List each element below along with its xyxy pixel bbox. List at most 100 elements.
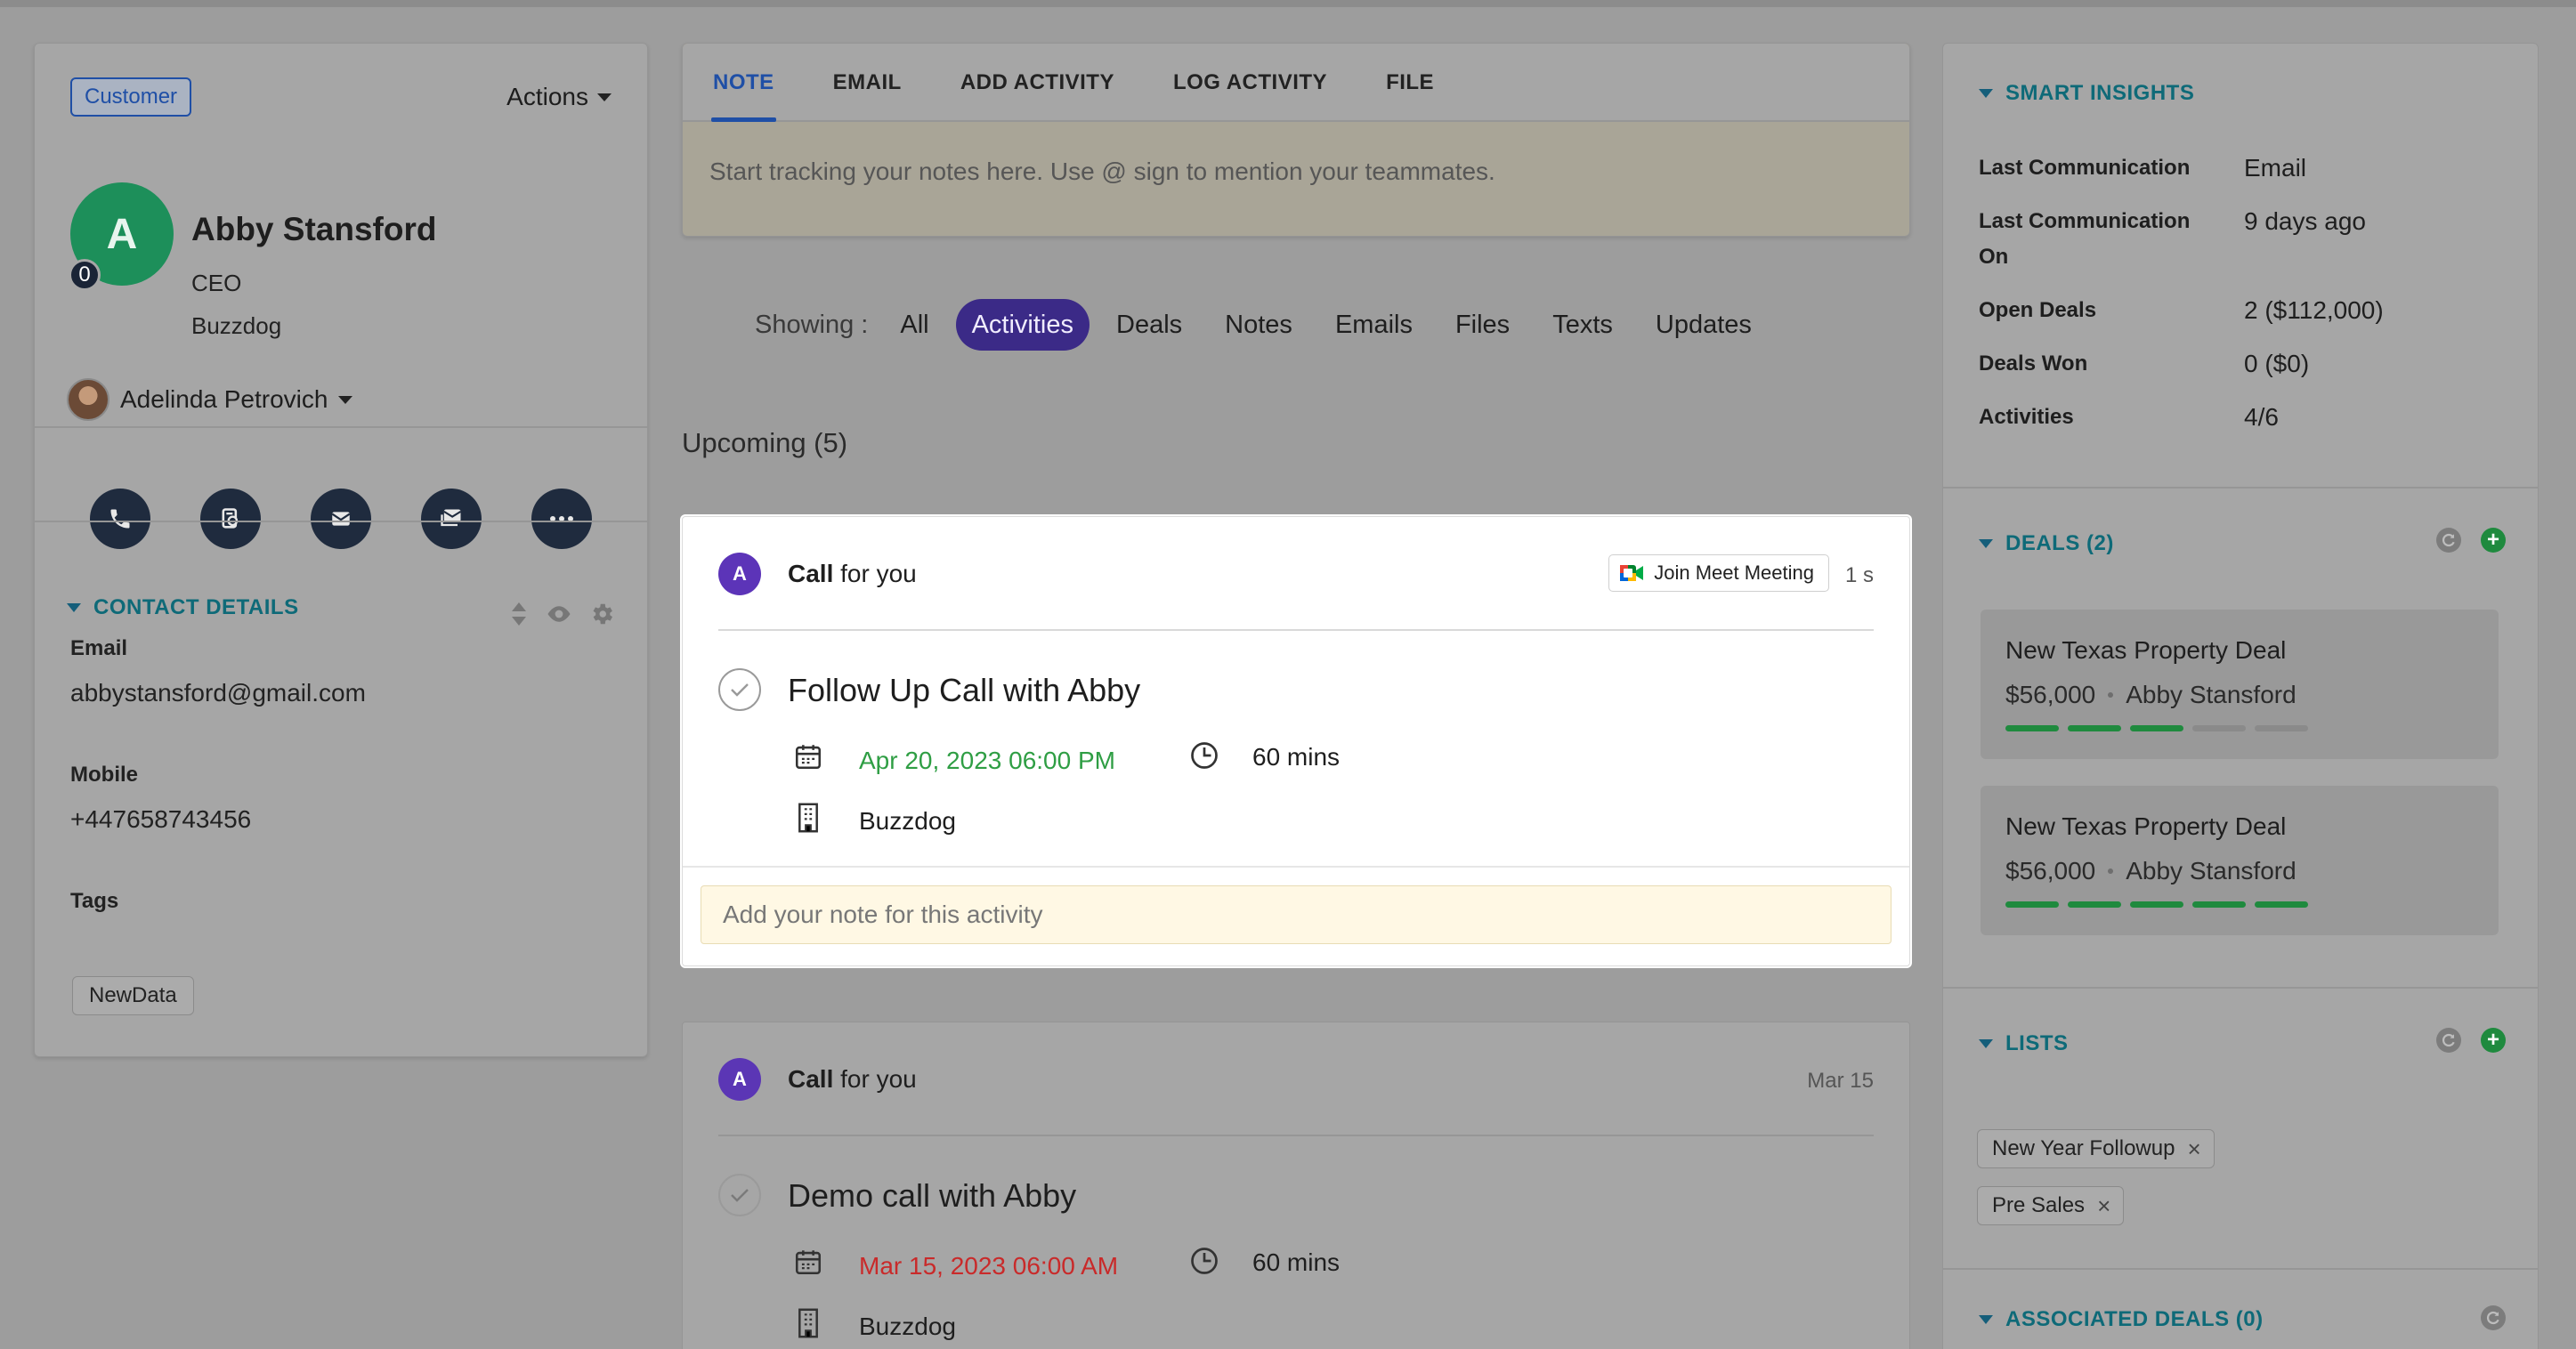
smart-insights-toggle[interactable]: SMART INSIGHTS [1979,81,2194,106]
insight-value: 2 ($112,000) [2244,296,2384,324]
tab-log-activity[interactable]: LOG ACTIVITY [1173,44,1327,120]
divider [35,521,647,522]
deal-amount: $56,000 [2005,681,2096,708]
owner-dropdown[interactable]: Adelinda Petrovich [67,378,353,421]
filter-notes[interactable]: Notes [1209,299,1308,351]
remove-icon[interactable]: × [2097,1194,2110,1217]
refresh-icon[interactable] [2436,528,2461,553]
activity-title[interactable]: Demo call with Abby [788,1177,1076,1215]
list-chip-label: Pre Sales [1992,1193,2086,1217]
refresh-icon[interactable] [2436,1028,2461,1053]
email-button[interactable] [311,489,371,549]
filter-activities[interactable]: Activities [955,299,1090,351]
insight-label: Activities [1979,405,2074,429]
divider [35,426,647,428]
email-icon [331,512,351,526]
activity-note-input[interactable]: Add your note for this activity [701,885,1891,944]
list-chip[interactable]: New Year Followup × [1977,1129,2215,1168]
tab-add-activity[interactable]: ADD ACTIVITY [960,44,1114,120]
contact-panel: Customer Actions A 0 Abby Stansford CEO … [34,43,648,1057]
contact-company[interactable]: Buzzdog [191,312,281,340]
add-deal-icon[interactable]: + [2481,528,2506,553]
activity-type-rest: for you [833,560,917,587]
list-chip[interactable]: Pre Sales × [1977,1186,2125,1225]
deal-name: New Texas Property Deal [2005,812,2287,840]
building-icon [798,803,818,833]
eye-icon[interactable] [546,601,572,627]
activity-date: Mar 15, 2023 06:00 AM [859,1252,1119,1280]
activity-type-bold: Call [788,560,834,587]
deal-card[interactable]: New Texas Property Deal $56,000 Abby Sta… [1981,610,2499,759]
deal-stage-segment [2130,725,2183,731]
filter-texts[interactable]: Texts [1536,299,1629,351]
note-input[interactable]: Start tracking your notes here. Use @ si… [709,158,1495,186]
tag-chip[interactable]: NewData [72,976,194,1015]
tab-email[interactable]: EMAIL [833,44,902,120]
associated-deals-tools [2481,1305,2506,1330]
contact-name: Abby Stansford [191,211,437,247]
building-icon [798,1308,818,1338]
email-value[interactable]: abbystansford@gmail.com [70,679,366,707]
activity-type-bold: Call [788,1065,834,1093]
deal-stage-segment [2255,901,2308,908]
deals-tools: + [2436,528,2506,553]
add-list-icon[interactable]: + [2481,1028,2506,1053]
sort-icon[interactable] [508,601,530,627]
filter-emails[interactable]: Emails [1319,299,1429,351]
insight-label: Deals Won [1979,351,2088,376]
deal-amount: $56,000 [2005,857,2096,885]
mobile-label: Mobile [70,763,138,787]
activity-duration: 60 mins [1252,743,1341,771]
insight-value: 9 days ago [2244,207,2366,235]
associated-deals-toggle[interactable]: ASSOCIATED DEALS (0) [1979,1307,2264,1332]
refresh-icon[interactable] [2481,1305,2506,1330]
gear-icon[interactable] [588,601,615,627]
activity-company[interactable]: Buzzdog [859,807,956,836]
clock-icon [1191,742,1218,769]
list-chip-label: New Year Followup [1992,1136,2175,1160]
tab-note[interactable]: NOTE [711,44,776,122]
contact-details-toggle[interactable]: CONTACT DETAILS [67,595,299,620]
avatar-count-badge: 0 [69,259,101,291]
phone-button[interactable] [90,489,150,549]
associated-deals-title: ASSOCIATED DEALS (0) [2005,1307,2264,1331]
insights-panel: SMART INSIGHTS Last Communication Email … [1942,43,2539,1349]
filter-files[interactable]: Files [1439,299,1526,351]
call-log-button[interactable] [200,489,261,549]
activity-title[interactable]: Follow Up Call with Abby [788,672,1140,709]
lists-title: LISTS [2005,1031,2069,1055]
deal-stage-segment [2068,901,2121,908]
activity-card: A Call for you Join Meet Meeting 1 s Fol… [682,516,1910,966]
caret-down-icon [597,93,612,101]
filter-updates[interactable]: Updates [1640,299,1768,351]
separator-dot [2108,868,2114,874]
contact-details-title: CONTACT DETAILS [93,595,299,619]
filter-all[interactable]: All [884,299,944,351]
bulk-email-button[interactable] [421,489,482,549]
more-options-button[interactable] [531,489,592,549]
join-meet-label: Join Meet Meeting [1654,561,1814,584]
insight-label: Open Deals [1979,298,2097,322]
quick-actions [90,489,592,549]
check-icon [731,683,749,697]
timeline-filter-bar: Showing : All Activities Deals Notes Ema… [755,299,1768,351]
join-meet-button[interactable]: Join Meet Meeting [1608,554,1829,592]
deals-title: DEALS (2) [2005,531,2114,555]
customer-badge[interactable]: Customer [70,77,192,117]
complete-activity-checkbox[interactable] [718,1174,761,1216]
insight-label: Last Communication On [1979,209,2191,269]
complete-activity-checkbox[interactable] [718,668,761,711]
deals-toggle[interactable]: DEALS (2) [1979,531,2114,556]
deal-name: New Texas Property Deal [2005,636,2287,664]
email-label: Email [70,636,128,660]
filter-deals[interactable]: Deals [1100,299,1198,351]
actions-dropdown[interactable]: Actions [506,79,612,115]
activity-company[interactable]: Buzzdog [859,1313,956,1341]
tab-file[interactable]: FILE [1386,44,1434,120]
mobile-value[interactable]: +447658743456 [70,805,251,834]
remove-icon[interactable]: × [2187,1137,2200,1160]
lists-toggle[interactable]: LISTS [1979,1031,2069,1056]
deal-card[interactable]: New Texas Property Deal $56,000 Abby Sta… [1981,786,2499,935]
clock-icon [1191,1248,1218,1274]
activity-avatar: A [718,1058,761,1101]
